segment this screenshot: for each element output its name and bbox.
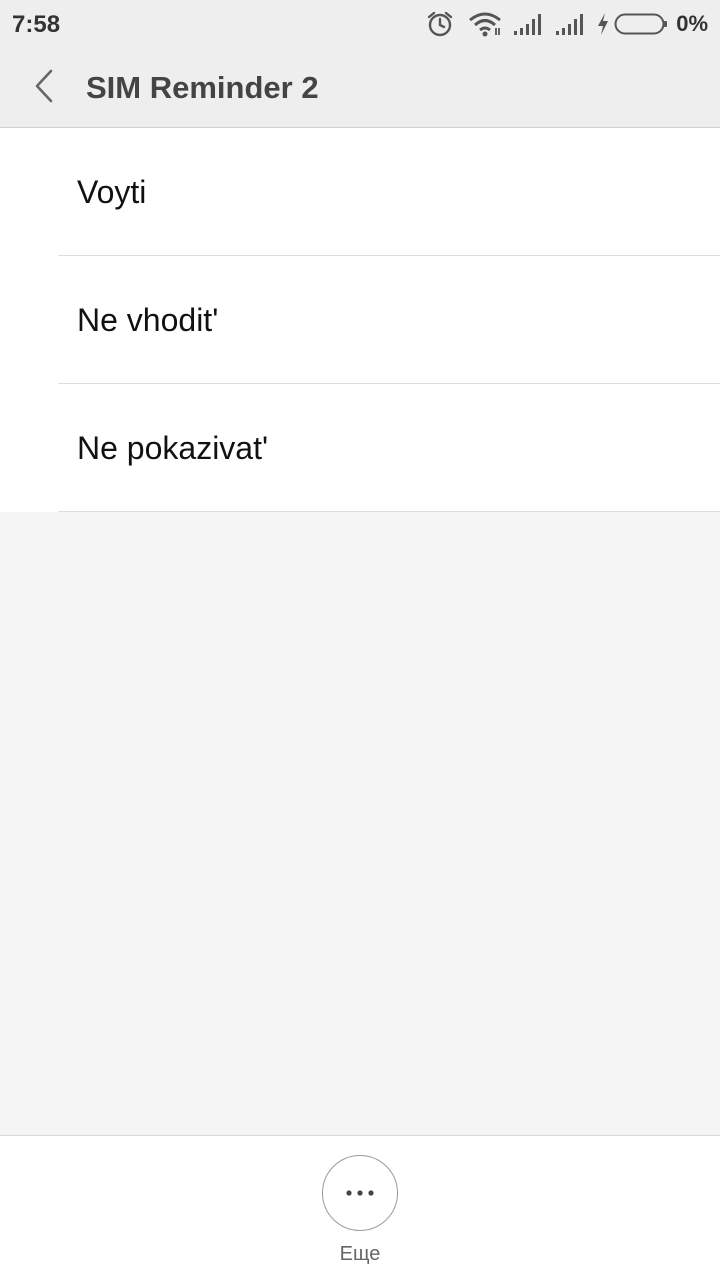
signal-icon [512, 12, 544, 36]
divider [58, 511, 720, 512]
back-button[interactable] [20, 64, 68, 112]
status-time: 7:58 [12, 11, 61, 38]
more-button[interactable] [322, 1155, 398, 1231]
chevron-left-icon [33, 69, 55, 108]
charging-icon [596, 12, 610, 36]
list-item-ne-pokazivat[interactable]: Ne pokazivat' [0, 384, 720, 512]
wifi-icon [468, 11, 502, 37]
page-title: SIM Reminder 2 [86, 70, 319, 105]
more-label: Еще [339, 1243, 381, 1265]
more-horizontal-icon [345, 1184, 375, 1202]
list-item-label: Voyti [77, 173, 147, 210]
battery-icon [614, 12, 668, 36]
list-item-voyti[interactable]: Voyti [0, 128, 720, 256]
alarm-icon [426, 10, 454, 38]
status-bar: 7:58 0% [0, 0, 720, 48]
list-item-label: Ne vhodit' [77, 301, 219, 338]
action-bar: SIM Reminder 2 [0, 48, 720, 128]
option-list: Voyti Ne vhodit' Ne pokazivat' [0, 128, 720, 512]
list-item-ne-vhodit[interactable]: Ne vhodit' [0, 256, 720, 384]
bottom-bar: Еще [0, 1135, 720, 1280]
signal-icon [554, 12, 586, 36]
status-icons: 0% [426, 10, 708, 38]
battery-percent: 0% [676, 11, 708, 36]
list-item-label: Ne pokazivat' [77, 429, 269, 466]
